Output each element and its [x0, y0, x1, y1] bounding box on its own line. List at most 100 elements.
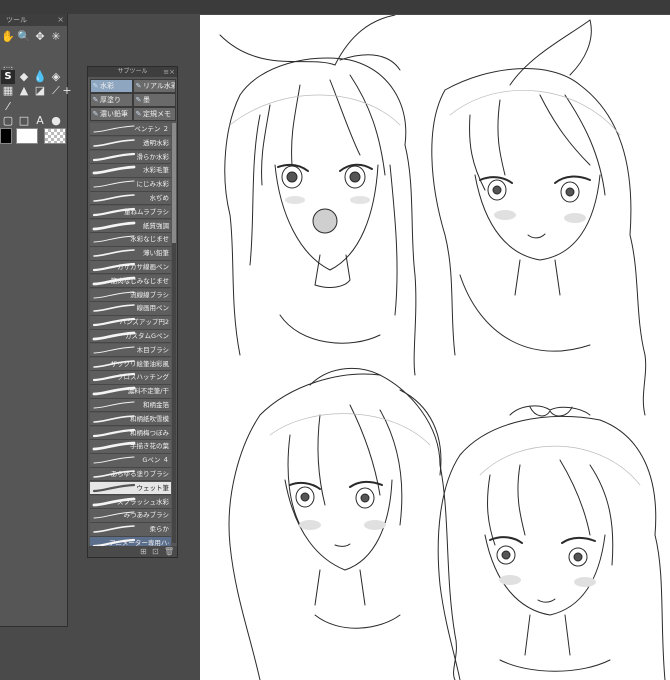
eyedropper-icon[interactable]: ⁄	[1, 100, 15, 114]
ink-bottle-icon[interactable]: ▲	[17, 84, 31, 98]
brush-item[interactable]: ザックリ絵筆油彩風	[90, 357, 171, 371]
scrollbar-thumb[interactable]	[172, 123, 176, 243]
tool-panel-title[interactable]: ツール ×	[0, 14, 67, 26]
duplicate-subtool-icon[interactable]: ⊡	[152, 546, 159, 557]
brush-label: ウェット筆	[136, 483, 170, 492]
new-subtool-icon[interactable]: ⊞	[140, 546, 147, 557]
brush-item[interactable]: スプラッシュ水彩	[90, 495, 171, 509]
eraser-icon[interactable]: ◈	[49, 70, 63, 84]
figure-icon[interactable]: □	[17, 114, 31, 128]
brush-item[interactable]: あらゆる塗りブラシ	[90, 468, 171, 482]
dark-pencil-icon: ✎	[92, 110, 99, 118]
brush-item[interactable]: 手描き花の葉	[90, 440, 171, 454]
subtool-group-tab[interactable]: ✎ 定規メモ	[133, 107, 176, 121]
watercolor-icon: ✎	[92, 82, 99, 90]
brush-item[interactable]: 和柄金箔	[90, 399, 171, 413]
brush-item[interactable]: 薄い鉛筆	[90, 247, 171, 261]
brush-item[interactable]: 透明水彩	[90, 136, 171, 151]
brush-stroke-preview-icon	[92, 165, 136, 175]
brush-label: ハンズアップ円2	[119, 318, 169, 327]
brush-stroke-preview-icon	[93, 304, 135, 313]
brush-label: 濃料不定筆/干	[127, 387, 169, 396]
magic-wand-icon[interactable]: ✳	[49, 30, 63, 44]
brush-item[interactable]: 水彩毛筆	[90, 164, 171, 178]
brush-stroke-preview-icon	[93, 401, 135, 409]
brush-item[interactable]: 水彩なじませ	[90, 233, 171, 247]
blend-icon[interactable]: 💧	[33, 70, 47, 84]
subtool-group-label: 水彩	[100, 82, 114, 90]
brush-item[interactable]: 柔らか	[90, 523, 171, 537]
brush-item[interactable]: みつあみブラシ	[90, 509, 171, 523]
brush-item[interactable]: ウェット筆	[90, 481, 171, 496]
drawing-canvas[interactable]	[200, 15, 670, 680]
brush-item[interactable]: 筋肉なじみなじませ	[90, 274, 171, 289]
real-watercolor-icon: ✎	[135, 82, 142, 90]
delete-subtool-icon[interactable]: 🗑	[164, 546, 174, 557]
transparent-color-swatch[interactable]	[44, 128, 66, 144]
brush-label: 紙質強調	[143, 221, 169, 230]
top-bar	[0, 0, 670, 14]
sketch-artwork	[219, 15, 666, 680]
decoration-icon[interactable]: ▦	[1, 84, 15, 98]
subtool-group-tab[interactable]: ✎ 墨	[133, 93, 176, 107]
brush-item[interactable]: にじみ水彩	[90, 178, 171, 192]
brush-label: あらゆる塗りブラシ	[110, 470, 169, 478]
zoom-icon[interactable]: 🔍	[17, 30, 31, 44]
brush-stroke-preview-icon	[92, 152, 136, 161]
fill-icon[interactable]: ◆	[17, 70, 31, 84]
brush-item[interactable]: 紙質強調	[90, 219, 171, 233]
frame-icon[interactable]: ▢	[1, 114, 15, 128]
brush-item[interactable]: クロスハッチング	[90, 371, 171, 385]
brush-label: 手描き花の葉	[130, 442, 169, 451]
brush-item[interactable]: 和柄紙吹雪模	[90, 412, 171, 427]
subtool-panel-title[interactable]: サブツール ≡×	[88, 67, 177, 77]
hand-icon[interactable]: ✋	[1, 30, 15, 44]
subtool-group-tab[interactable]: ✎ リアル水彩	[133, 79, 176, 93]
brush-item[interactable]: カスタムGペン	[90, 330, 171, 344]
brush-item[interactable]: 水ぢめ	[90, 192, 171, 206]
tool-panel: ツール × ✋🔍✥✳⬚S◆💧◈▦▲◪⟋+⁄▢□A●	[0, 14, 72, 627]
thick-paint-icon: ✎	[92, 96, 99, 104]
subtool-group-tab[interactable]: ✎ 水彩	[90, 79, 133, 93]
brush-label: ペンテン ２	[134, 125, 169, 133]
brush-label: カサカサ線画ペン	[117, 263, 169, 271]
brush-item[interactable]: 木目ブラシ	[90, 343, 171, 358]
brush-label: 線画用ペン	[136, 304, 170, 313]
brush-stroke-preview-icon	[93, 525, 135, 533]
move-icon[interactable]: ✥	[33, 30, 47, 44]
brush-label: Gペン ４	[142, 456, 169, 465]
text-icon[interactable]: A	[33, 114, 47, 128]
brush-item[interactable]: Gペン ４	[90, 454, 171, 468]
brush-label: 流線線ブラシ	[130, 290, 169, 299]
gradient-icon[interactable]: ◪	[33, 84, 47, 98]
brush-stroke-preview-icon	[93, 194, 135, 202]
ruler-plus-icon[interactable]: +	[60, 84, 74, 98]
brush-label: 柔らか	[149, 525, 170, 534]
object-icon[interactable]: ●	[49, 114, 63, 128]
brush-item[interactable]: 線画用ペン	[90, 302, 171, 316]
brush-stroke-preview-icon	[93, 456, 135, 464]
brush-item[interactable]: 濃料不定筆/干	[90, 385, 171, 399]
brush-item[interactable]: 滑らか水彩	[90, 150, 171, 164]
brush-item[interactable]: 重ねムラブラシ	[90, 205, 171, 220]
brush-stroke-preview-icon	[93, 180, 135, 188]
subtool-group-tab[interactable]: ✎ 厚塗り	[90, 93, 133, 107]
brush-item[interactable]: カサカサ線画ペン	[90, 261, 171, 275]
subtool-group-tab[interactable]: ✎ 濃い鉛筆	[90, 107, 133, 121]
pen-icon[interactable]: S	[1, 70, 15, 84]
sub-color-swatch[interactable]	[16, 128, 38, 144]
brush-item[interactable]: 流線線ブラシ	[90, 288, 171, 302]
brush-list-scrollbar[interactable]	[172, 123, 176, 543]
brush-label: 筋肉なじみなじませ	[110, 276, 169, 285]
close-icon[interactable]: ×	[57, 14, 64, 26]
brush-item[interactable]: 和柄梅つぼみ	[90, 426, 171, 440]
brush-label: みつあみブラシ	[123, 511, 169, 520]
brush-item[interactable]: ペンテン ２	[90, 123, 171, 137]
subtool-group-label: リアル水彩	[143, 82, 176, 90]
brush-label: 水彩なじませ	[130, 235, 169, 244]
main-color-swatch[interactable]	[0, 128, 12, 144]
panel-menu-icon[interactable]: ≡×	[163, 67, 175, 77]
brush-stroke-preview-icon	[93, 125, 135, 133]
brush-label: クロスハッチング	[117, 373, 169, 382]
brush-item[interactable]: ハンズアップ円2	[90, 316, 171, 330]
